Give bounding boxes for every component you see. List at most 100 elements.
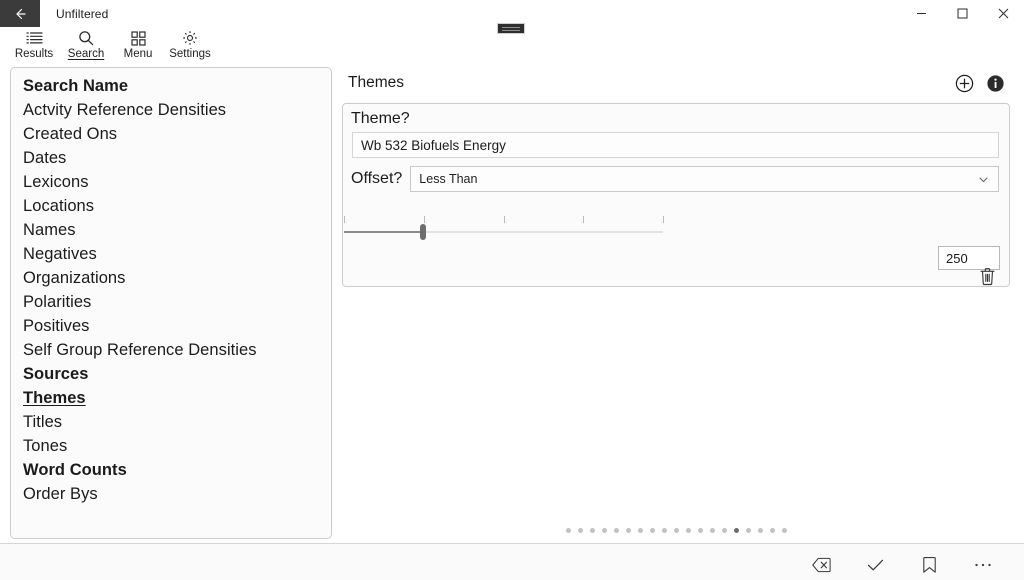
ellipsis-icon (975, 563, 991, 566)
sidebar-item-polarities[interactable]: Polarities (11, 290, 331, 314)
sidebar-item-actvity-reference-densities[interactable]: Actvity Reference Densities (11, 98, 331, 122)
page-dot-8[interactable] (649, 528, 655, 533)
page-dot-5[interactable] (613, 528, 619, 533)
page-dot-13[interactable] (709, 528, 715, 533)
theme-input[interactable]: Wb 532 Biofuels Energy (352, 132, 999, 158)
theme-label: Theme? (351, 110, 410, 127)
nav-label-results: Results (14, 48, 54, 60)
slider-tick-1 (424, 216, 425, 223)
search-field-list[interactable]: Search Name Actvity Reference Densities Cr… (10, 67, 332, 539)
slider-tick-3 (583, 216, 584, 223)
theme-input-value: Wb 532 Biofuels Energy (361, 137, 506, 153)
clear-button[interactable] (794, 548, 848, 580)
minimize-button[interactable] (901, 0, 942, 27)
nav-label-settings: Settings (169, 48, 211, 60)
plus-circle-icon[interactable] (955, 74, 974, 93)
info-icon[interactable] (986, 74, 1005, 93)
slider-track[interactable] (344, 231, 663, 233)
main-header: Themes (342, 69, 1010, 97)
maximize-button[interactable] (942, 0, 983, 27)
nav-item-results[interactable]: Results (8, 28, 60, 60)
page-dot-16[interactable] (745, 528, 751, 533)
sidebar-item-created-ons[interactable]: Created Ons (11, 122, 331, 146)
page-dot-12[interactable] (697, 528, 703, 533)
page-dot-15[interactable] (733, 528, 739, 533)
arrow-left-icon (16, 8, 26, 19)
page-dot-4[interactable] (601, 528, 607, 533)
minimize-icon (917, 13, 926, 14)
sidebar-item-order-bys[interactable]: Order Bys (11, 482, 331, 506)
page-dot-9[interactable] (661, 528, 667, 533)
trash-icon[interactable] (979, 267, 996, 286)
slider-tick-0 (344, 216, 345, 223)
sidebar-item-tones[interactable]: Tones (11, 434, 331, 458)
more-button[interactable] (956, 548, 1010, 580)
page-dot-14[interactable] (721, 528, 727, 533)
sidebar-item-search-name[interactable]: Search Name (11, 74, 331, 98)
sidebar-item-organizations[interactable]: Organizations (11, 266, 331, 290)
page-dot-11[interactable] (685, 528, 691, 533)
confirm-button[interactable] (848, 548, 902, 580)
slider-fill (344, 231, 424, 233)
backspace-icon (811, 557, 831, 572)
nav-item-settings[interactable]: Settings (164, 28, 216, 60)
nav-item-search[interactable]: Search (60, 28, 112, 60)
body-area: Search Name Actvity Reference Densities Cr… (0, 64, 1024, 543)
slider-tick-2 (504, 216, 505, 223)
bookmark-button[interactable] (902, 548, 956, 580)
title-bar: Unfiltered (0, 0, 1024, 34)
offset-value-text: 250 (946, 250, 968, 266)
check-icon (867, 559, 883, 570)
close-icon (998, 8, 1009, 19)
sidebar-item-positives[interactable]: Positives (11, 314, 331, 338)
bottom-toolbar (0, 543, 1024, 580)
grid-icon (130, 29, 146, 47)
theme-filter-card: Theme? Wb 532 Biofuels Energy Offset? Le… (342, 103, 1010, 287)
back-button[interactable] (0, 0, 40, 27)
page-dot-18[interactable] (769, 528, 775, 533)
slider-tick-4 (663, 216, 664, 223)
page-indicator[interactable] (342, 528, 1010, 533)
sidebar-item-names[interactable]: Names (11, 218, 331, 242)
sidebar-item-titles[interactable]: Titles (11, 410, 331, 434)
chevron-down-icon (977, 173, 990, 186)
offset-label: Offset? (351, 170, 403, 187)
page-dot-6[interactable] (625, 528, 631, 533)
sidebar-item-word-counts[interactable]: Word Counts (11, 458, 331, 482)
main-panel: Themes Theme? Wb 532 Biofuels Energy Off… (342, 64, 1010, 543)
sidebar-item-negatives[interactable]: Negatives (11, 242, 331, 266)
drag-handle-icon[interactable] (497, 23, 525, 34)
offset-select[interactable]: Less Than (410, 166, 999, 192)
gear-icon (182, 29, 198, 47)
header-actions (955, 74, 1009, 93)
window-controls (901, 0, 1024, 27)
close-button[interactable] (983, 0, 1024, 27)
nav-item-menu[interactable]: Menu (112, 28, 164, 60)
sidebar-item-lexicons[interactable]: Lexicons (11, 170, 331, 194)
page-dot-19[interactable] (781, 528, 787, 533)
page-dot-10[interactable] (673, 528, 679, 533)
slider-ticks (344, 216, 664, 224)
slider-thumb[interactable] (420, 224, 426, 240)
maximize-icon (957, 8, 968, 19)
nav-label-menu: Menu (123, 48, 153, 60)
nav-label-search: Search (67, 48, 105, 60)
app-window: Unfiltered Results Search Menu Settings … (0, 0, 1024, 580)
offset-select-value: Less Than (419, 172, 478, 186)
sidebar-item-self-group-reference-densities[interactable]: Self Group Reference Densities (11, 338, 331, 362)
bookmark-icon (922, 556, 936, 573)
page-dot-1[interactable] (565, 528, 571, 533)
page-dot-17[interactable] (757, 528, 763, 533)
offset-slider[interactable] (343, 208, 1009, 242)
page-dot-2[interactable] (577, 528, 583, 533)
page-title: Themes (348, 74, 404, 91)
page-dot-3[interactable] (589, 528, 595, 533)
list-icon (25, 29, 43, 47)
window-title: Unfiltered (56, 6, 109, 21)
search-icon (78, 29, 94, 47)
sidebar-item-themes[interactable]: Themes (11, 386, 331, 410)
sidebar-item-dates[interactable]: Dates (11, 146, 331, 170)
page-dot-7[interactable] (637, 528, 643, 533)
sidebar-item-sources[interactable]: Sources (11, 362, 331, 386)
sidebar-item-locations[interactable]: Locations (11, 194, 331, 218)
